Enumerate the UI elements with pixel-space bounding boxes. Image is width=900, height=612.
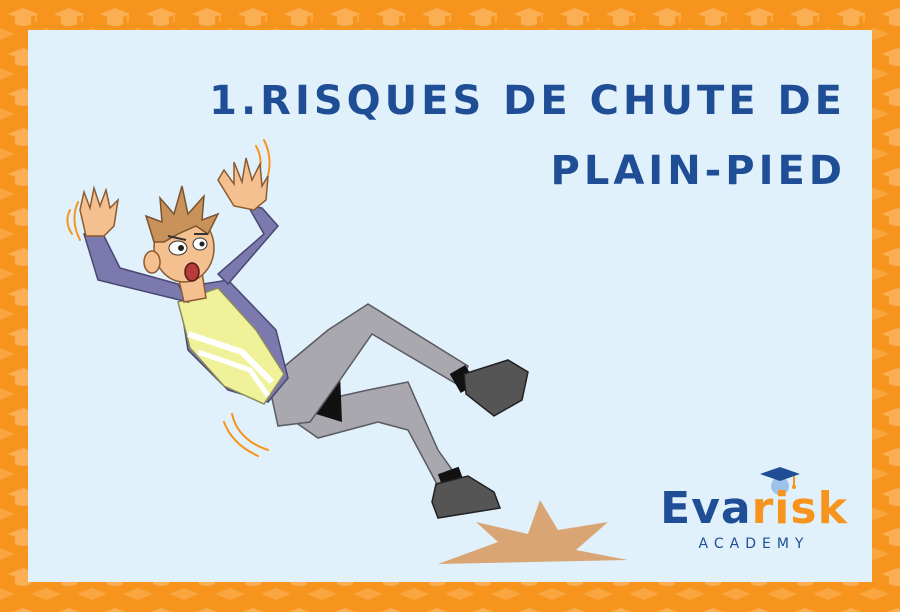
worker-head: [143, 185, 220, 283]
page-title-line1: 1.RISQUES DE CHUTE DE: [209, 78, 846, 124]
logo-subtitle: ACADEMY: [698, 536, 810, 552]
content-panel: 1.RISQUES DE CHUTE DE PLAIN-PIED Evarisk…: [28, 30, 872, 582]
worker-boot-back: [431, 475, 502, 519]
page-title: 1.RISQUES DE CHUTE DE PLAIN-PIED: [209, 66, 846, 206]
worker-hand-left: [79, 185, 120, 237]
page-title-line2: PLAIN-PIED: [550, 148, 846, 194]
slide-frame: 1.RISQUES DE CHUTE DE PLAIN-PIED Evarisk…: [0, 0, 900, 612]
evarisk-academy-logo: Evarisk ACADEMY: [654, 464, 854, 564]
logo-word-risk: risk: [751, 483, 848, 534]
worker-arm-right: [216, 205, 279, 286]
logo-wordmark: Evarisk: [654, 484, 854, 534]
logo-word-eva: Eva: [660, 483, 752, 534]
worker-boot-front: [463, 359, 529, 417]
